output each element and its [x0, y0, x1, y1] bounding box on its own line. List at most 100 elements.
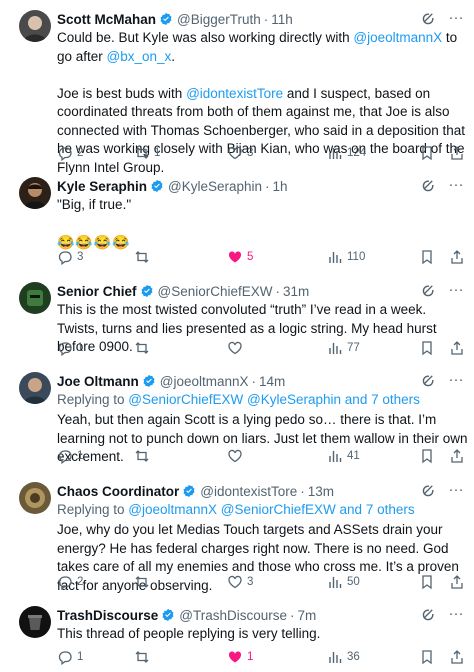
repost-button[interactable]	[134, 648, 154, 666]
grok-icon[interactable]	[421, 483, 436, 498]
views-button[interactable]: 41	[327, 447, 360, 465]
repost-button[interactable]	[134, 248, 154, 266]
author-handle[interactable]: @TrashDiscourse	[179, 608, 287, 623]
reply-button[interactable]: 1	[57, 447, 83, 465]
grok-icon[interactable]	[421, 11, 436, 26]
avatar[interactable]	[19, 606, 51, 638]
avatar[interactable]	[19, 177, 51, 209]
tweet-text: Could be. But Kyle was also working dire…	[57, 30, 458, 64]
replying-to: Replying to @joeoltmannX @SeniorChiefEXW…	[57, 502, 415, 517]
reply-button[interactable]: 2	[57, 144, 83, 162]
author-name[interactable]: Scott McMahan	[57, 12, 156, 27]
bookmark-button[interactable]	[419, 339, 435, 357]
more-options-icon[interactable]: ···	[448, 10, 464, 27]
avatar[interactable]	[19, 10, 51, 42]
bookmark-button[interactable]	[419, 648, 435, 666]
author-name[interactable]: Kyle Seraphin	[57, 179, 147, 194]
more-options-icon[interactable]: ···	[448, 177, 464, 194]
like-button[interactable]: 5	[227, 248, 253, 266]
separator-dot: ·	[251, 373, 257, 389]
repost-button[interactable]	[134, 573, 154, 591]
more-options-icon[interactable]: ···	[448, 482, 464, 499]
bookmark-button[interactable]	[419, 573, 435, 591]
reply-button[interactable]: 1	[57, 648, 83, 666]
reply-button[interactable]: 3	[57, 248, 83, 266]
author-name[interactable]: Joe Oltmann	[57, 374, 139, 389]
author-name[interactable]: Chaos Coordinator	[57, 484, 179, 499]
grok-icon[interactable]	[421, 607, 436, 622]
tweet-actions: 3 5 110	[57, 248, 468, 266]
repost-button[interactable]: 1	[134, 144, 160, 162]
reply-button[interactable]: 1	[57, 339, 83, 357]
author-handle[interactable]: @SeniorChiefEXW	[158, 284, 273, 299]
author-handle[interactable]: @BiggerTruth	[177, 12, 261, 27]
like-button[interactable]	[227, 339, 247, 357]
mention-link[interactable]: @bx_on_x	[107, 49, 172, 64]
bookmark-button[interactable]	[419, 248, 435, 266]
views-icon	[329, 252, 342, 263]
reply-button[interactable]: 2	[57, 573, 83, 591]
separator-dot: ·	[265, 178, 270, 194]
like-button[interactable]: 3	[227, 573, 253, 591]
grok-icon[interactable]	[421, 178, 436, 193]
like-button[interactable]: 3	[227, 144, 253, 162]
share-button[interactable]	[449, 573, 465, 591]
more-options-icon[interactable]: ···	[448, 282, 464, 299]
share-button[interactable]	[449, 248, 465, 266]
bookmark-button[interactable]	[419, 144, 435, 162]
replying-to: Replying to @SeniorChiefEXW @KyleSeraphi…	[57, 392, 420, 407]
grok-icon[interactable]	[421, 373, 436, 388]
author-name[interactable]: TrashDiscourse	[57, 608, 158, 623]
share-button[interactable]	[449, 447, 465, 465]
replying-to-mentions[interactable]: @joeoltmannX @SeniorChiefEXW and 7 other…	[128, 502, 414, 517]
timestamp[interactable]: 31m	[283, 284, 309, 299]
avatar[interactable]	[19, 372, 51, 404]
more-options-icon[interactable]: ···	[448, 372, 464, 389]
timestamp[interactable]: 11h	[271, 12, 293, 27]
timestamp[interactable]: 13m	[308, 484, 334, 499]
views-button[interactable]: 124	[327, 144, 366, 162]
tweet-actions: 2 1 3 124	[57, 144, 468, 162]
heart-filled-icon	[228, 251, 242, 263]
reply-thread: Scott McMahan @BiggerTruth · 11h ··· Cou…	[0, 0, 474, 672]
reply-icon	[58, 251, 72, 265]
author-name[interactable]: Senior Chief	[57, 284, 137, 299]
views-button[interactable]: 50	[327, 573, 360, 591]
mention-link[interactable]: @idontexistTore	[186, 86, 283, 101]
replying-to-mentions[interactable]: @SeniorChiefEXW @KyleSeraphin and 7 othe…	[128, 392, 420, 407]
like-button[interactable]: 1	[227, 648, 253, 666]
reply-icon	[58, 651, 72, 665]
author-handle[interactable]: @KyleSeraphin	[168, 179, 262, 194]
timestamp[interactable]: 14m	[259, 374, 285, 389]
avatar[interactable]	[19, 482, 51, 514]
bookmark-button[interactable]	[419, 447, 435, 465]
repost-icon	[135, 251, 149, 263]
share-icon	[451, 650, 463, 664]
separator-dot: ·	[263, 11, 269, 27]
like-button[interactable]	[227, 447, 247, 465]
views-icon	[329, 577, 342, 588]
views-icon	[329, 451, 342, 462]
reply-icon	[58, 576, 72, 590]
separator-dot: ·	[290, 607, 295, 623]
bookmark-icon	[422, 575, 432, 590]
grok-icon[interactable]	[421, 283, 436, 298]
author-handle[interactable]: @idontexistTore	[200, 484, 297, 499]
share-button[interactable]	[449, 339, 465, 357]
mention-link[interactable]: @joeoltmannX	[353, 30, 442, 45]
share-button[interactable]	[449, 648, 465, 666]
avatar[interactable]	[19, 282, 51, 314]
heart-icon	[228, 341, 242, 355]
timestamp[interactable]: 1h	[273, 179, 288, 194]
separator-dot: ·	[300, 483, 305, 499]
repost-button[interactable]	[134, 339, 154, 357]
views-button[interactable]: 110	[327, 248, 365, 266]
timestamp[interactable]: 7m	[298, 608, 317, 623]
more-options-icon[interactable]: ···	[448, 606, 464, 623]
bookmark-icon	[422, 449, 432, 464]
views-button[interactable]: 36	[327, 648, 360, 666]
share-button[interactable]	[449, 144, 465, 162]
views-button[interactable]: 77	[327, 339, 360, 357]
repost-button[interactable]	[134, 447, 154, 465]
author-handle[interactable]: @joeoltmannX	[160, 374, 249, 389]
